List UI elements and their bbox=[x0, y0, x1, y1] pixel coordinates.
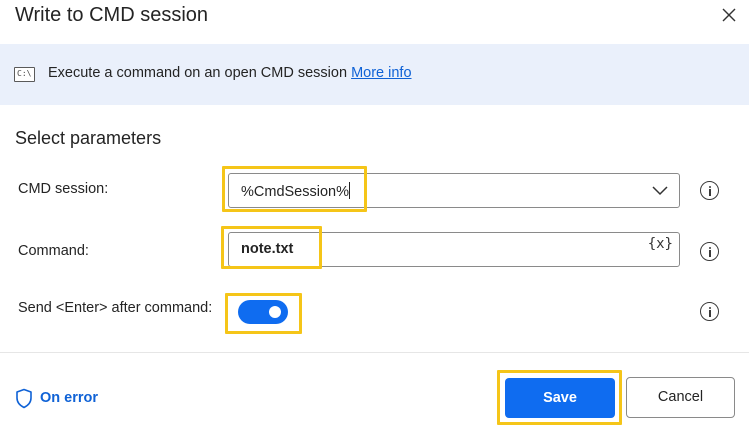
on-error-label: On error bbox=[40, 390, 99, 406]
close-icon[interactable] bbox=[718, 4, 740, 26]
cmd-session-value-text: %CmdSession% bbox=[241, 184, 349, 200]
send-enter-label: Send <Enter> after command: bbox=[18, 300, 213, 316]
command-info-icon[interactable] bbox=[700, 242, 719, 261]
shield-icon bbox=[16, 388, 32, 409]
section-title: Select parameters bbox=[15, 128, 162, 148]
cmd-icon-text: C:\ bbox=[17, 69, 32, 78]
footer-divider bbox=[0, 352, 749, 353]
dialog-title: Write to CMD session bbox=[15, 4, 209, 26]
command-input[interactable]: note.txt {x} bbox=[228, 232, 680, 267]
cancel-button[interactable]: Cancel bbox=[626, 377, 735, 418]
cmd-session-value: %CmdSession% bbox=[241, 182, 350, 200]
cmd-session-dropdown[interactable]: %CmdSession% bbox=[228, 173, 680, 208]
close-button[interactable] bbox=[718, 4, 740, 26]
chevron-down-icon[interactable] bbox=[651, 183, 669, 197]
variable-picker-button[interactable]: {x} bbox=[648, 236, 673, 252]
banner-text: Execute a command on an open CMD session… bbox=[48, 65, 412, 81]
send-enter-toggle[interactable] bbox=[238, 300, 288, 324]
cmd-session-label: CMD session: bbox=[18, 181, 109, 197]
text-caret bbox=[349, 182, 350, 199]
command-label: Command: bbox=[18, 243, 89, 259]
cmd-console-icon: C:\ bbox=[14, 67, 35, 82]
info-banner: C:\ Execute a command on an open CMD ses… bbox=[0, 44, 749, 105]
dialog-header: Write to CMD session bbox=[0, 0, 749, 44]
save-button[interactable]: Save bbox=[505, 378, 615, 418]
toggle-knob bbox=[269, 306, 281, 318]
command-value: note.txt bbox=[241, 241, 294, 257]
send-enter-info-icon[interactable] bbox=[700, 302, 719, 321]
more-info-link[interactable]: More info bbox=[351, 65, 411, 81]
cmd-session-info-icon[interactable] bbox=[700, 181, 719, 200]
banner-description: Execute a command on an open CMD session bbox=[48, 65, 348, 81]
